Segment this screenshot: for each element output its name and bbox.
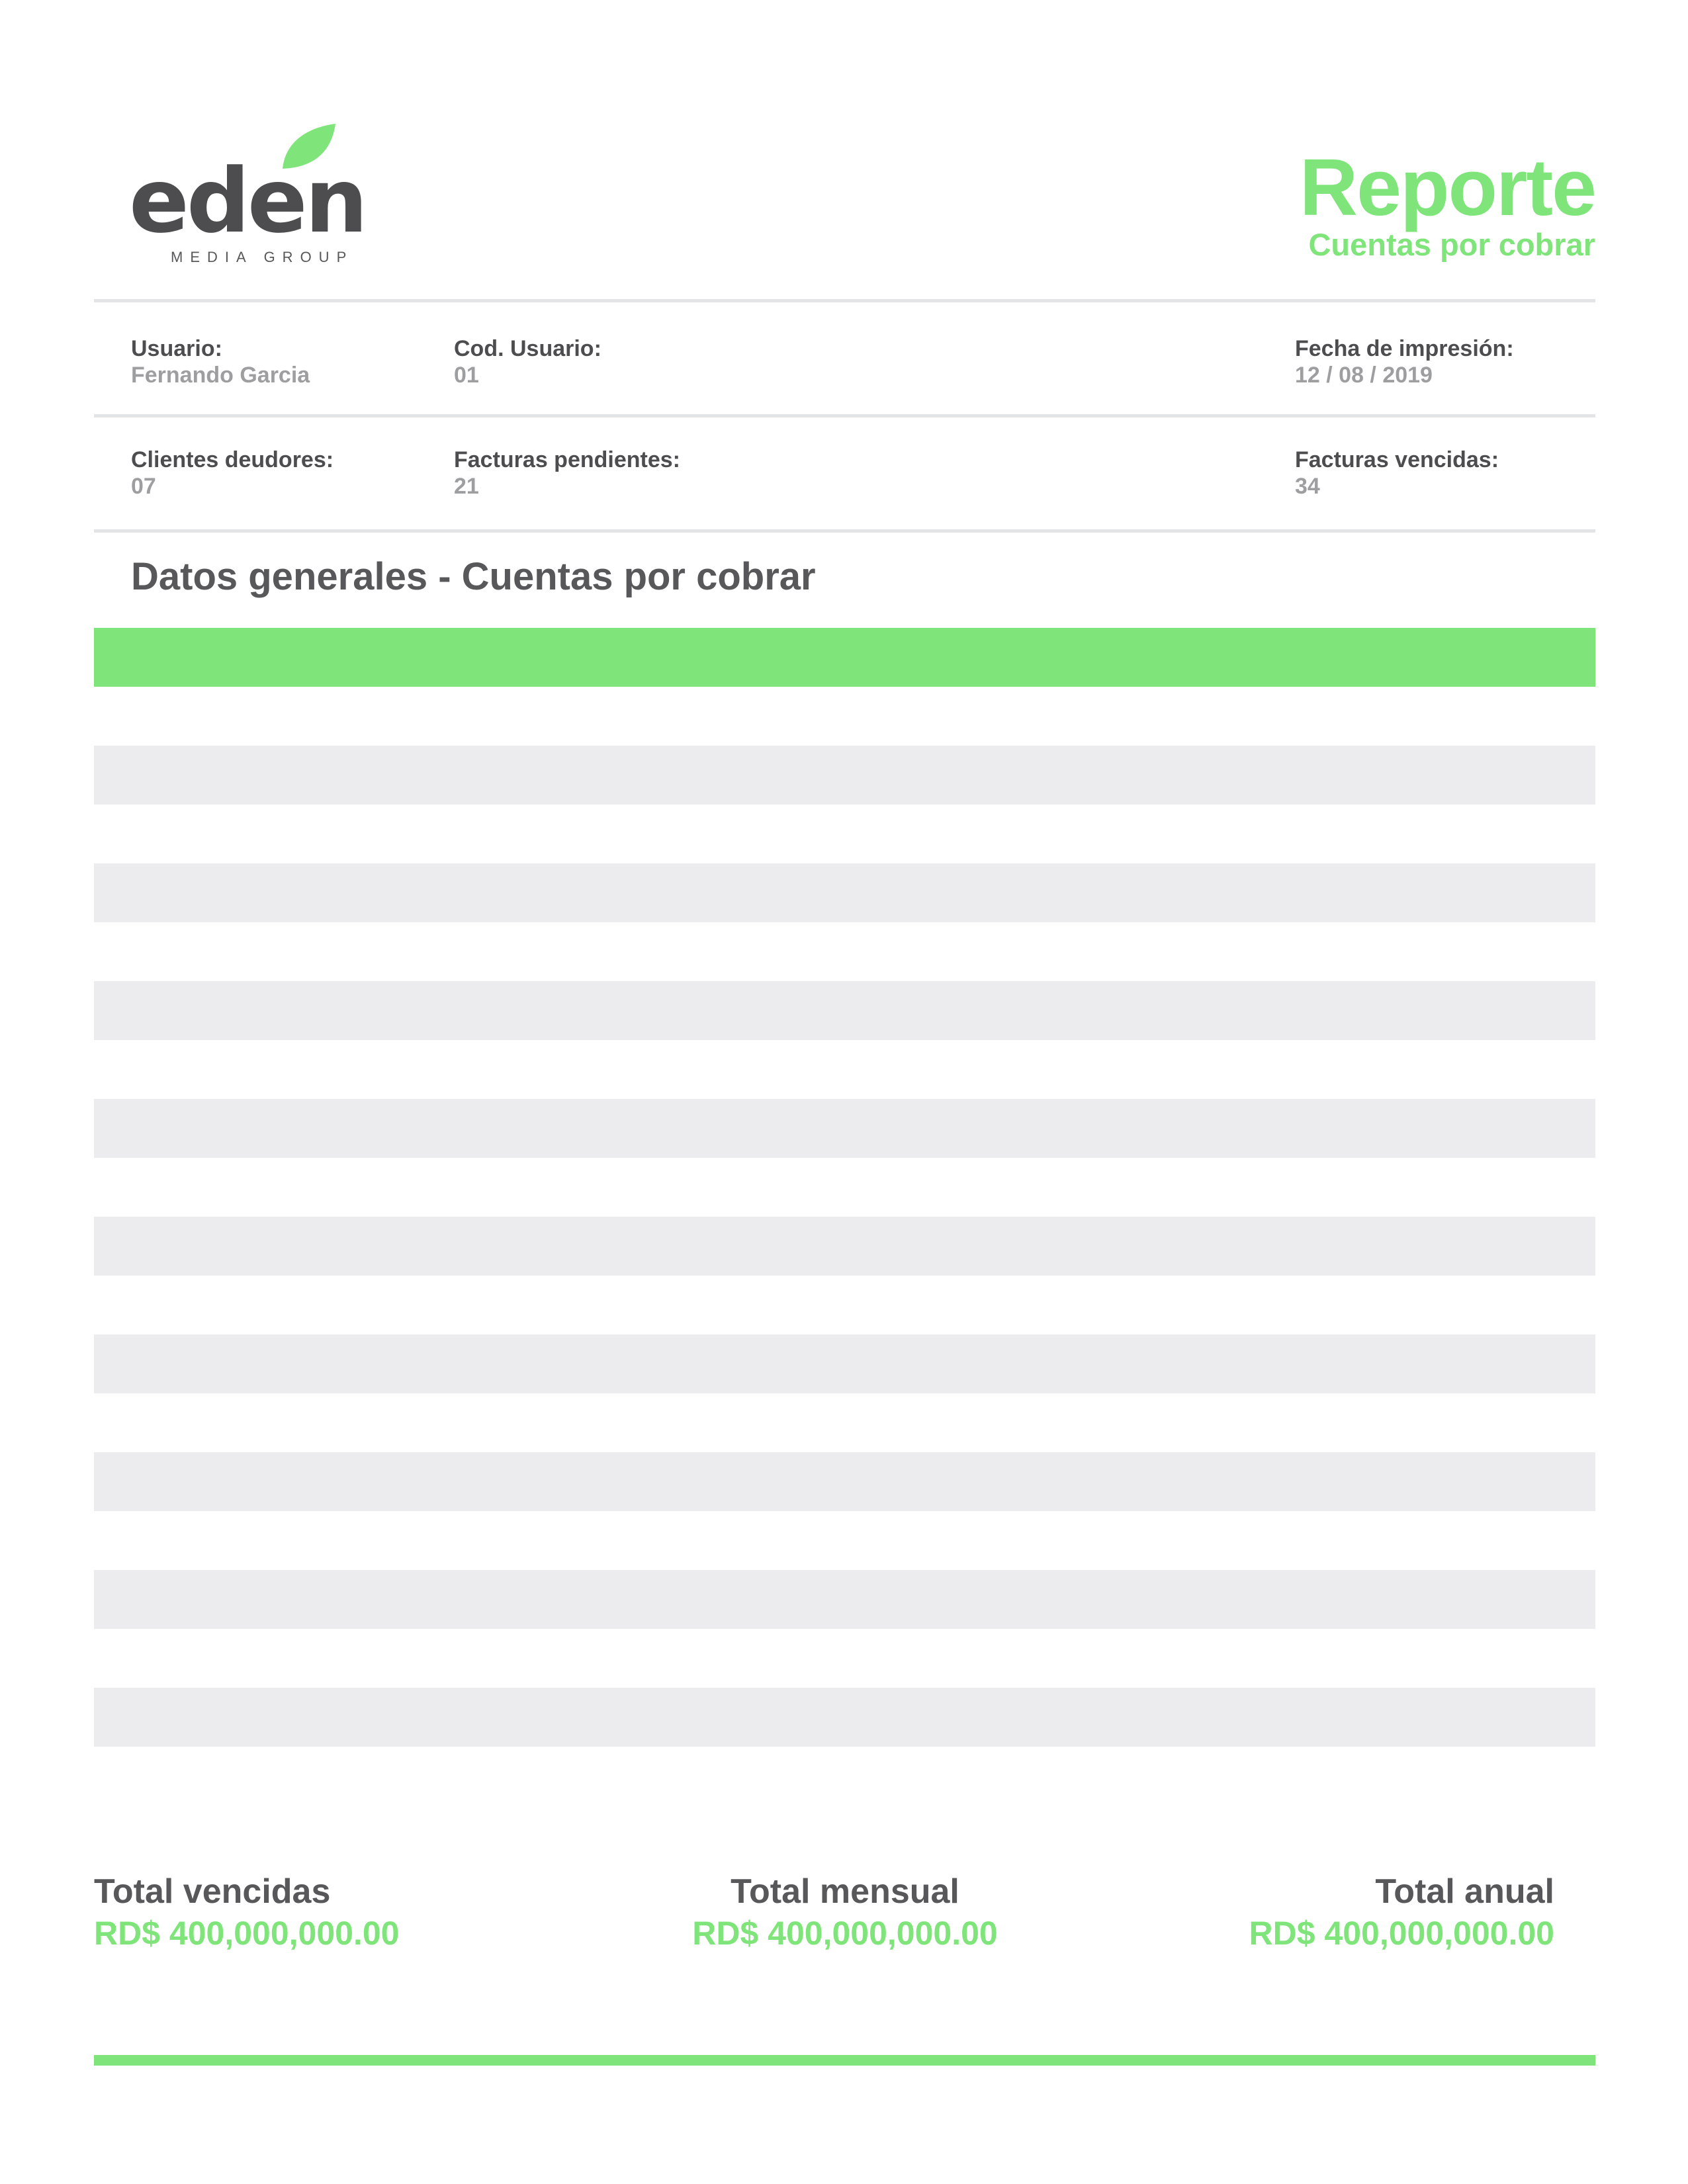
- table-row: [94, 1099, 1595, 1158]
- table-row: [94, 1629, 1595, 1688]
- section-title: Datos generales - Cuentas por cobrar: [131, 555, 816, 598]
- company-logo: eden MEDIA GROUP: [129, 122, 368, 275]
- logo-tagline: MEDIA GROUP: [171, 249, 354, 265]
- divider: [94, 529, 1595, 533]
- clientes-deudores-value: 07: [131, 474, 156, 499]
- total-anual-label: Total anual: [1375, 1872, 1554, 1911]
- fecha-impresion-field: Fecha de impresión: 12 / 08 / 2019: [1295, 337, 1514, 386]
- total-vencidas: Total vencidas RD$ 400,000,000.00: [94, 1874, 399, 1950]
- divider: [94, 414, 1595, 417]
- fecha-impresion-value: 12 / 08 / 2019: [1295, 363, 1433, 388]
- table-row: [94, 1511, 1595, 1570]
- total-vencidas-value: RD$ 400,000,000.00: [94, 1915, 400, 1952]
- total-mensual-label: Total mensual: [731, 1872, 959, 1911]
- total-mensual: Total mensual RD$ 400,000,000.00: [680, 1874, 1010, 1950]
- footer-bar: [94, 2055, 1595, 2066]
- facturas-vencidas-value: 34: [1295, 474, 1320, 499]
- table-row: [94, 1158, 1595, 1217]
- cod-usuario-label: Cod. Usuario:: [454, 336, 601, 361]
- clientes-deudores-label: Clientes deudores:: [131, 447, 334, 472]
- table-row: [94, 1334, 1595, 1393]
- table-row: [94, 863, 1595, 922]
- table-row: [94, 1040, 1595, 1099]
- total-vencidas-label: Total vencidas: [94, 1872, 331, 1911]
- total-mensual-value: RD$ 400,000,000.00: [692, 1915, 998, 1952]
- table-row: [94, 1452, 1595, 1511]
- usuario-field: Usuario: Fernando Garcia: [131, 337, 310, 386]
- table-row: [94, 981, 1595, 1040]
- fecha-impresion-label: Fecha de impresión:: [1295, 336, 1514, 361]
- table-row: [94, 922, 1595, 981]
- table-header: [94, 628, 1595, 687]
- table-row: [94, 746, 1595, 805]
- total-anual-value: RD$ 400,000,000.00: [1249, 1915, 1554, 1952]
- table-row: [94, 1570, 1595, 1629]
- table-row: [94, 1688, 1595, 1747]
- cod-usuario-value: 01: [454, 363, 479, 388]
- divider: [94, 299, 1595, 302]
- clientes-deudores-field: Clientes deudores: 07: [131, 449, 333, 498]
- usuario-label: Usuario:: [131, 336, 222, 361]
- facturas-vencidas-label: Facturas vencidas:: [1295, 447, 1499, 472]
- total-anual: Total anual RD$ 400,000,000.00: [1249, 1874, 1554, 1950]
- facturas-vencidas-field: Facturas vencidas: 34: [1295, 449, 1499, 498]
- facturas-pendientes-label: Facturas pendientes:: [454, 447, 680, 472]
- table-row: [94, 687, 1595, 746]
- facturas-pendientes-value: 21: [454, 474, 479, 499]
- cod-usuario-field: Cod. Usuario: 01: [454, 337, 601, 386]
- facturas-pendientes-field: Facturas pendientes: 21: [454, 449, 680, 498]
- logo-wordmark: eden: [129, 150, 368, 253]
- table-row: [94, 1276, 1595, 1334]
- table-row: [94, 805, 1595, 863]
- usuario-value: Fernando Garcia: [131, 363, 310, 388]
- report-title: Reporte: [1300, 142, 1597, 232]
- report-subtitle: Cuentas por cobrar: [1308, 227, 1595, 262]
- table-row: [94, 1217, 1595, 1276]
- table-row: [94, 1393, 1595, 1452]
